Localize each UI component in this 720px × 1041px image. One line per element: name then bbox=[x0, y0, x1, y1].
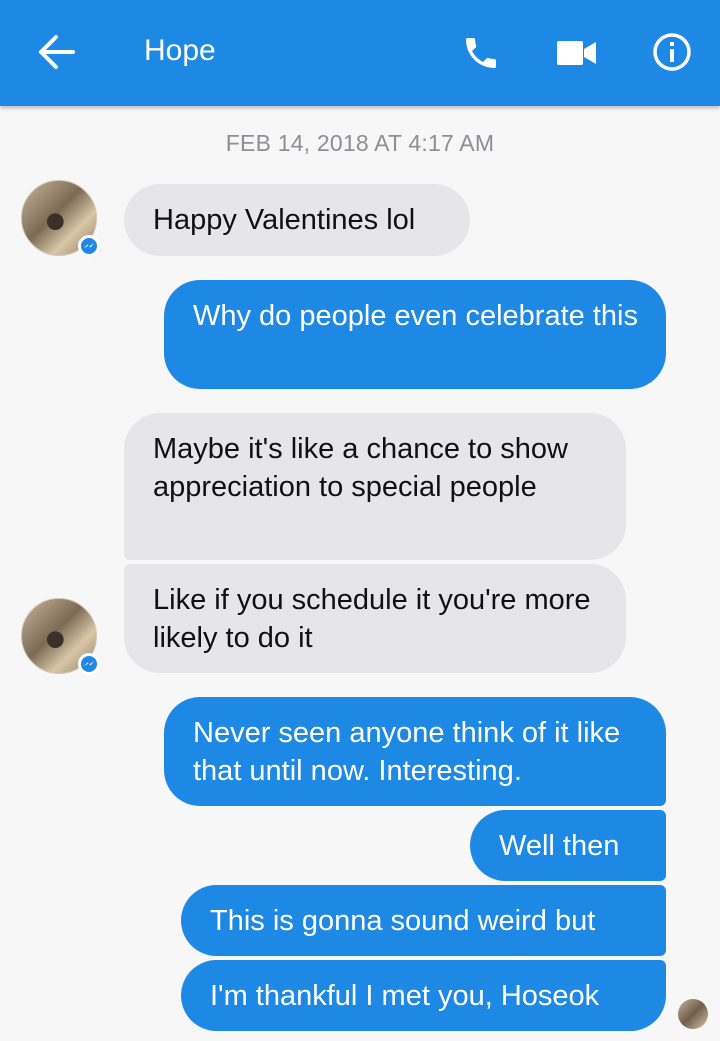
message-bubble-outgoing[interactable]: Never seen anyone think of it like that … bbox=[164, 697, 666, 806]
video-camera-icon[interactable] bbox=[550, 28, 604, 78]
conversation-timestamp: FEB 14, 2018 AT 4:17 AM bbox=[225, 130, 495, 156]
messenger-badge-icon bbox=[78, 653, 100, 675]
message-bubble-outgoing[interactable]: Well then bbox=[470, 810, 666, 881]
top-app-bar: Hope bbox=[0, 0, 720, 106]
read-receipt-avatar bbox=[678, 999, 708, 1029]
message-bubble-incoming[interactable]: Happy Valentines lol bbox=[124, 184, 470, 256]
back-arrow-icon[interactable] bbox=[26, 26, 86, 78]
message-bubble-outgoing[interactable]: I'm thankful I met you, Hoseok bbox=[181, 960, 666, 1031]
phone-icon[interactable] bbox=[456, 28, 506, 78]
message-bubble-incoming[interactable]: Like if you schedule it you're more like… bbox=[124, 564, 626, 673]
contact-name[interactable]: Hope bbox=[144, 33, 216, 69]
message-bubble-outgoing[interactable]: This is gonna sound weird but bbox=[181, 885, 666, 956]
message-bubble-incoming[interactable]: Maybe it's like a chance to show appreci… bbox=[124, 413, 626, 560]
contact-avatar[interactable] bbox=[21, 598, 100, 675]
messenger-badge-icon bbox=[78, 235, 100, 257]
info-icon[interactable] bbox=[648, 26, 696, 78]
message-bubble-outgoing[interactable]: Why do people even celebrate this bbox=[164, 280, 666, 389]
contact-avatar[interactable] bbox=[21, 180, 100, 257]
